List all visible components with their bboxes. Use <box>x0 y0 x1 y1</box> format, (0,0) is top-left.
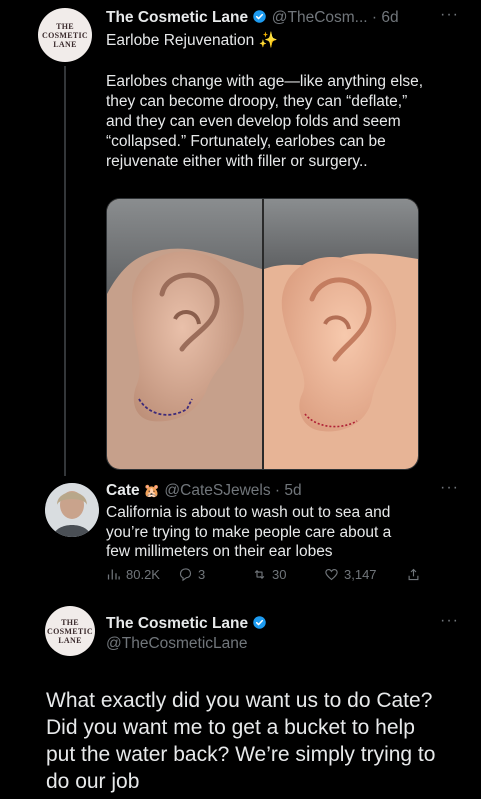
thread-line <box>64 66 66 476</box>
avatar-cosmetic-lane[interactable]: THE COSMETIC LANE <box>45 606 95 656</box>
tweet3-body: What exactly did you want us to do Cate?… <box>46 689 436 793</box>
tweet2-body: California is about to wash out to sea a… <box>106 504 392 560</box>
avatar-cate[interactable] <box>45 483 99 537</box>
author-name[interactable]: The Cosmetic Lane <box>106 9 248 26</box>
like-count: 3,147 <box>344 567 377 582</box>
tweet1-body: Earlobes change with age—like anything e… <box>106 73 424 170</box>
handle-time[interactable]: @TheCosm... · 6d <box>272 9 399 26</box>
reply-count: 3 <box>198 567 206 582</box>
logo-line-3: LANE <box>58 635 82 645</box>
earlobe-before-after-photo <box>107 199 418 469</box>
tweet1-header: The Cosmetic Lane @TheCosm... · 6d <box>106 9 399 27</box>
handle-time[interactable]: @CateSJewels · 5d <box>164 482 301 499</box>
more-icon[interactable]: ··· <box>440 612 459 630</box>
like-icon <box>325 568 338 581</box>
tweet3-author: The Cosmetic Lane <box>106 615 267 633</box>
retweet-button[interactable]: 30 <box>252 567 324 582</box>
share-icon <box>408 568 419 581</box>
author-name[interactable]: Cate <box>106 482 140 499</box>
logo-line-3: LANE <box>53 39 77 49</box>
like-button[interactable]: 3,147 <box>324 567 406 582</box>
logo-line-2: COSMETIC <box>47 626 93 636</box>
more-icon[interactable]: ··· <box>440 6 459 24</box>
verified-icon <box>253 616 267 629</box>
avatar-cate-photo <box>45 483 99 537</box>
tweet2-actions: 80.2K 3 30 3,147 <box>106 567 421 582</box>
reply-icon <box>179 568 192 582</box>
verified-icon <box>253 10 267 23</box>
avatar-cosmetic-lane[interactable]: THE COSMETIC LANE <box>38 8 92 62</box>
tweet1-media[interactable] <box>106 198 419 470</box>
views-icon <box>107 569 120 580</box>
views-button[interactable]: 80.2K <box>106 567 178 582</box>
retweet-count: 30 <box>272 567 287 582</box>
retweet-icon <box>254 570 265 579</box>
tweet3-handle[interactable]: @TheCosmeticLane <box>106 635 248 653</box>
logo-line-1: THE <box>61 617 79 627</box>
more-icon[interactable]: ··· <box>440 479 459 497</box>
views-count: 80.2K <box>126 567 160 582</box>
tweet1-headline: Earlobe Rejuvenation ✨ <box>106 32 278 49</box>
hamster-emoji: 🐹 <box>143 483 161 498</box>
logo-line-1: THE <box>56 21 74 31</box>
tweet2-header: Cate 🐹 @CateSJewels · 5d <box>106 482 302 500</box>
share-button[interactable] <box>406 567 421 582</box>
author-name[interactable]: The Cosmetic Lane <box>106 615 248 632</box>
reply-button[interactable]: 3 <box>178 567 246 582</box>
logo-line-2: COSMETIC <box>42 30 88 40</box>
